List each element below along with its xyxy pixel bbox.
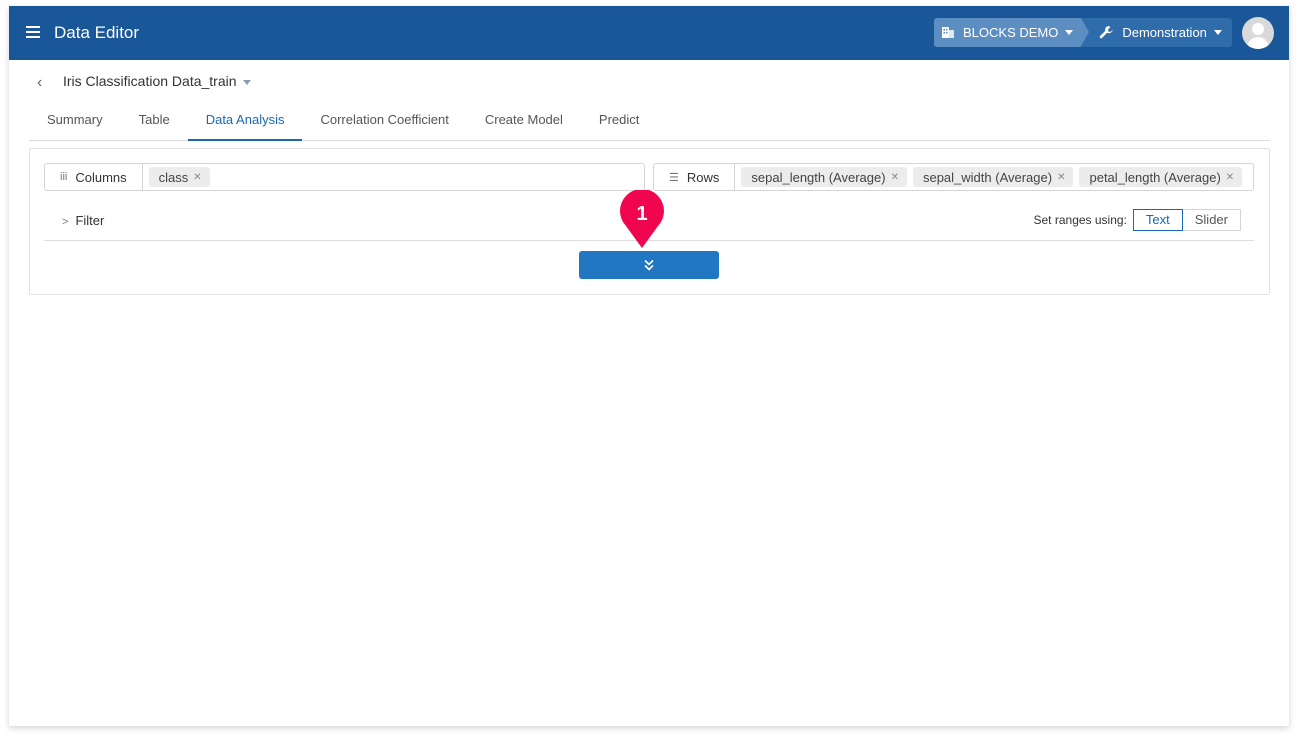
expand-button[interactable] [579, 251, 719, 279]
columns-icon: iii [60, 171, 68, 183]
filter-toggle[interactable]: > Filter [62, 213, 104, 228]
columns-field[interactable]: iii Columns class ✕ [44, 163, 645, 191]
range-mode-toggle: Text Slider [1132, 209, 1241, 231]
step-marker: 1 [620, 190, 664, 248]
row-chip[interactable]: sepal_length (Average) ✕ [741, 167, 907, 187]
range-mode: Set ranges using: Text Slider [1033, 209, 1241, 231]
tab-create-model[interactable]: Create Model [467, 104, 581, 139]
row-chip[interactable]: petal_length (Average) ✕ [1079, 167, 1243, 187]
tab-summary[interactable]: Summary [29, 104, 121, 139]
chevron-down-icon [242, 79, 251, 85]
range-text-option[interactable]: Text [1132, 209, 1183, 231]
double-chevron-down-icon [644, 259, 654, 271]
organization-name: BLOCKS DEMO [963, 25, 1059, 40]
tab-table[interactable]: Table [121, 104, 188, 139]
project-name: Demonstration [1122, 25, 1207, 40]
row-chip[interactable]: sepal_width (Average) ✕ [912, 167, 1074, 187]
back-chevron-icon[interactable]: ‹ [37, 74, 42, 92]
hamburger-menu-icon[interactable] [26, 26, 40, 38]
organization-selector[interactable]: BLOCKS DEMO [934, 18, 1090, 47]
rows-field[interactable]: ☰ Rows sepal_length (Average) ✕ sepal_widt… [653, 163, 1254, 191]
step-number: 1 [636, 203, 647, 225]
dataset-selector[interactable]: Iris Classification Data_train [63, 73, 251, 89]
rows-label: ☰ Rows [654, 164, 736, 190]
dataset-name: Iris Classification Data_train [63, 73, 237, 89]
tab-predict[interactable]: Predict [581, 104, 657, 139]
app-window: Data Editor BLOCKS DEMO Demonstration ‹ … [9, 6, 1289, 726]
columns-label: iii Columns [45, 164, 143, 190]
remove-icon[interactable]: ✕ [193, 172, 201, 183]
building-icon [942, 27, 954, 38]
remove-icon[interactable]: ✕ [1226, 172, 1234, 183]
range-mode-label: Set ranges using: [1033, 213, 1127, 227]
user-avatar[interactable] [1242, 17, 1274, 49]
wrench-icon [1100, 25, 1114, 39]
project-selector[interactable]: Demonstration [1081, 18, 1232, 47]
column-chip[interactable]: class ✕ [148, 167, 210, 187]
remove-icon[interactable]: ✕ [891, 172, 899, 183]
tab-bar: Summary Table Data Analysis Correlation … [29, 104, 1270, 141]
rows-icon: ☰ [669, 171, 679, 184]
tab-data-analysis[interactable]: Data Analysis [187, 104, 303, 141]
range-slider-option[interactable]: Slider [1182, 209, 1241, 231]
app-title: Data Editor [54, 23, 140, 42]
chevron-down-icon [1065, 30, 1074, 35]
chevron-right-icon: > [62, 216, 69, 228]
top-bar: Data Editor BLOCKS DEMO Demonstration [9, 6, 1289, 60]
remove-icon[interactable]: ✕ [1057, 172, 1065, 183]
breadcrumb: BLOCKS DEMO Demonstration [934, 18, 1232, 47]
tab-correlation-coefficient[interactable]: Correlation Coefficient [302, 104, 466, 139]
chevron-down-icon [1213, 30, 1222, 35]
